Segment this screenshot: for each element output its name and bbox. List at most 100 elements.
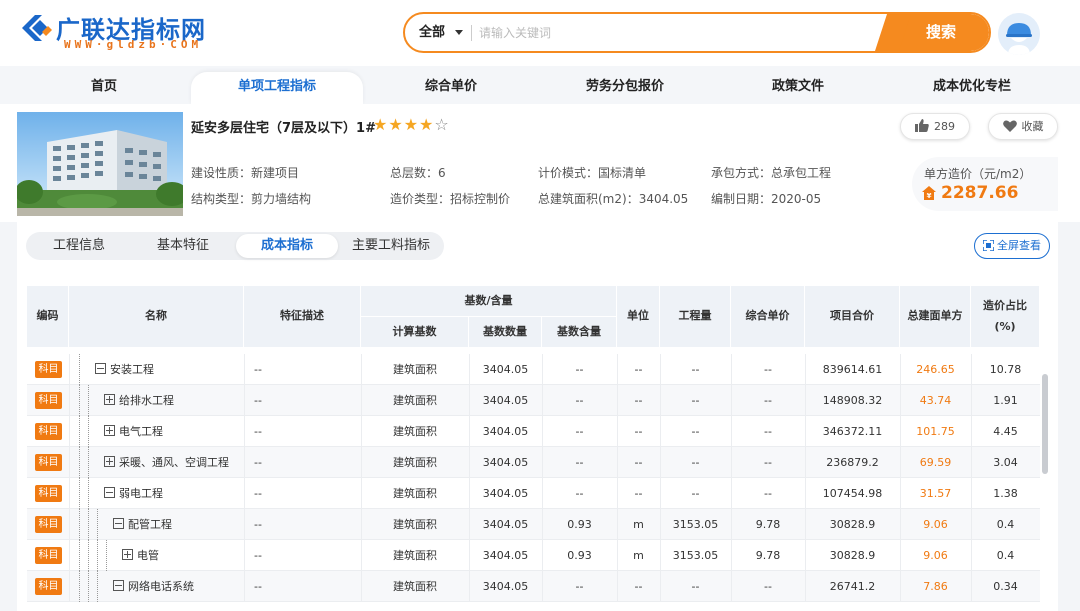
cell-base-qty: 3404.05	[482, 487, 529, 500]
project-photo	[17, 112, 183, 216]
user-avatar-icon[interactable]	[998, 13, 1040, 55]
row-name: 安装工程	[95, 354, 244, 385]
row-name-label: 电气工程	[119, 425, 163, 438]
table-row[interactable]: 科目 安装工程 -- 建筑面积 3404.05 -- -- -- -- 839614.61 246.…	[27, 354, 1040, 385]
header-ratio-line2: (%)	[994, 319, 1016, 333]
row-name-label: 配管工程	[128, 518, 172, 531]
cell-base-qty: 3404.05	[482, 394, 529, 407]
nav-item-unit-price[interactable]: 综合单价	[419, 72, 483, 104]
expand-icon[interactable]	[104, 394, 115, 405]
table-row[interactable]: 科目 弱电工程 -- 建筑面积 3404.05 -- -- -- -- 107454.98 31.5…	[27, 478, 1040, 509]
cell-total: 148908.32	[822, 394, 883, 407]
collapse-icon[interactable]	[113, 580, 124, 591]
expand-icon[interactable]	[122, 549, 133, 560]
project-summary: 延安多层住宅（7层及以下）1# ★★★★☆ 289 收藏 建设性质：新建项目 结…	[0, 104, 1080, 222]
chevron-down-icon[interactable]	[455, 30, 463, 35]
nav-item-labor-quote[interactable]: 劳务分包报价	[580, 72, 670, 104]
row-name: 采暖、通风、空调工程	[104, 447, 244, 478]
collapse-icon[interactable]	[95, 363, 106, 374]
tree-guide-line	[79, 447, 80, 478]
fullscreen-label: 全屏查看	[997, 239, 1041, 252]
search-category-select[interactable]: 全部	[419, 14, 445, 51]
tree-guide-line	[79, 540, 80, 571]
cell-quantity: --	[691, 487, 700, 500]
tree-guide-line	[79, 354, 80, 385]
cell-feature: --	[254, 518, 262, 531]
meta-structure: 结构类型：剪力墙结构	[191, 192, 312, 206]
tab-main-materials[interactable]: 主要工料指标	[342, 234, 440, 258]
fullscreen-button[interactable]: 全屏查看	[974, 233, 1050, 259]
top-header: 广联达指标网 WWW·gldzb·COM 全部 搜索	[0, 0, 1080, 66]
cell-base-qty: 3404.05	[482, 549, 529, 562]
table-row[interactable]: 科目 给排水工程 -- 建筑面积 3404.05 -- -- -- -- 148908.32 43.…	[27, 385, 1040, 416]
table-row[interactable]: 科目 电管 -- 建筑面积 3404.05 0.93 m 3153.05 9.78 30828.9…	[27, 540, 1040, 571]
cell-base-content: --	[575, 394, 584, 407]
table-row[interactable]: 科目 采暖、通风、空调工程 -- 建筑面积 3404.05 -- -- -- -- 236879.…	[27, 447, 1040, 478]
table-row[interactable]: 科目 电气工程 -- 建筑面积 3404.05 -- -- -- -- 346372.11 101.…	[27, 416, 1040, 447]
cell-base-calc: 建筑面积	[393, 518, 437, 531]
cell-ratio: 1.38	[993, 487, 1018, 500]
cell-feature: --	[254, 580, 262, 593]
svg-text:¥: ¥	[927, 192, 932, 200]
row-name: 网络电话系统	[113, 571, 244, 602]
cell-total: 26741.2	[829, 580, 876, 593]
column-separator	[69, 354, 70, 602]
tree-guide-line	[79, 385, 80, 416]
row-name: 弱电工程	[104, 478, 244, 509]
nav-item-single-project-index[interactable]: 单项工程指标	[191, 72, 363, 104]
tree-guide-line	[79, 416, 80, 447]
tree-guide-line	[88, 478, 89, 509]
search-input[interactable]	[479, 16, 899, 49]
collapse-icon[interactable]	[104, 487, 115, 498]
cell-total: 30828.9	[829, 549, 876, 562]
star-empty-icon: ☆	[434, 115, 450, 134]
cell-base-qty: 3404.05	[482, 425, 529, 438]
nav-item-cost-optimization[interactable]: 成本优化专栏	[927, 72, 1017, 104]
cell-base-calc: 建筑面积	[393, 487, 437, 500]
header-base-calc: 计算基数	[361, 317, 469, 348]
row-name: 电管	[122, 540, 244, 571]
nav-item-home[interactable]: 首页	[85, 72, 123, 104]
cell-base-calc: 建筑面积	[393, 363, 437, 376]
cell-feature: --	[254, 363, 262, 376]
expand-icon[interactable]	[104, 456, 115, 467]
cell-per-area: 43.74	[919, 394, 952, 407]
table-scrollbar[interactable]	[1042, 374, 1048, 474]
cell-ratio: 4.45	[993, 425, 1018, 438]
header-unit-price: 综合单价	[731, 286, 805, 348]
cell-per-area: 31.57	[919, 487, 952, 500]
cell-ratio: 3.04	[993, 456, 1018, 469]
expand-icon[interactable]	[104, 425, 115, 436]
logo-url: WWW·gldzb·COM	[64, 38, 203, 51]
like-button[interactable]: 289	[900, 113, 970, 140]
nav-item-policy-docs[interactable]: 政策文件	[766, 72, 830, 104]
cell-base-calc: 建筑面积	[393, 456, 437, 469]
row-name: 配管工程	[113, 509, 244, 540]
cell-unit: m	[633, 549, 644, 562]
table-row[interactable]: 科目 网络电话系统 -- 建筑面积 3404.05 -- -- -- -- 26741.2 7.86…	[27, 571, 1040, 602]
glodon-logo-icon	[22, 15, 52, 41]
detail-tabs-panel: 工程信息 基本特征 成本指标 主要工料指标 全屏查看	[17, 222, 1058, 270]
cell-base-qty: 3404.05	[482, 518, 529, 531]
cell-unit-price: 9.78	[755, 549, 781, 562]
header-base-content: 基数含量	[542, 317, 617, 348]
cell-per-area: 69.59	[919, 456, 952, 469]
search-button[interactable]: 搜索	[893, 14, 989, 51]
cell-quantity: --	[691, 580, 700, 593]
cell-base-content: 0.93	[567, 549, 592, 562]
tab-project-info[interactable]: 工程信息	[36, 234, 122, 258]
header-ratio-line1: 造价占比	[983, 298, 1027, 312]
site-logo[interactable]: 广联达指标网 WWW·gldzb·COM	[18, 10, 238, 54]
tab-basic-features[interactable]: 基本特征	[138, 234, 228, 258]
header-base-group: 基数/含量	[361, 286, 617, 317]
cell-quantity: --	[691, 394, 700, 407]
cell-feature: --	[254, 456, 262, 469]
unit-price-label: 单方造价（元/m2）	[924, 167, 1032, 181]
tree-guide-line	[97, 540, 98, 571]
table-row[interactable]: 科目 配管工程 -- 建筑面积 3404.05 0.93 m 3153.05 9.78 30828…	[27, 509, 1040, 540]
tab-cost-index[interactable]: 成本指标	[236, 234, 338, 258]
favorite-button[interactable]: 收藏	[988, 113, 1058, 140]
cell-base-calc: 建筑面积	[393, 549, 437, 562]
cell-unit: --	[634, 580, 643, 593]
collapse-icon[interactable]	[113, 518, 124, 529]
